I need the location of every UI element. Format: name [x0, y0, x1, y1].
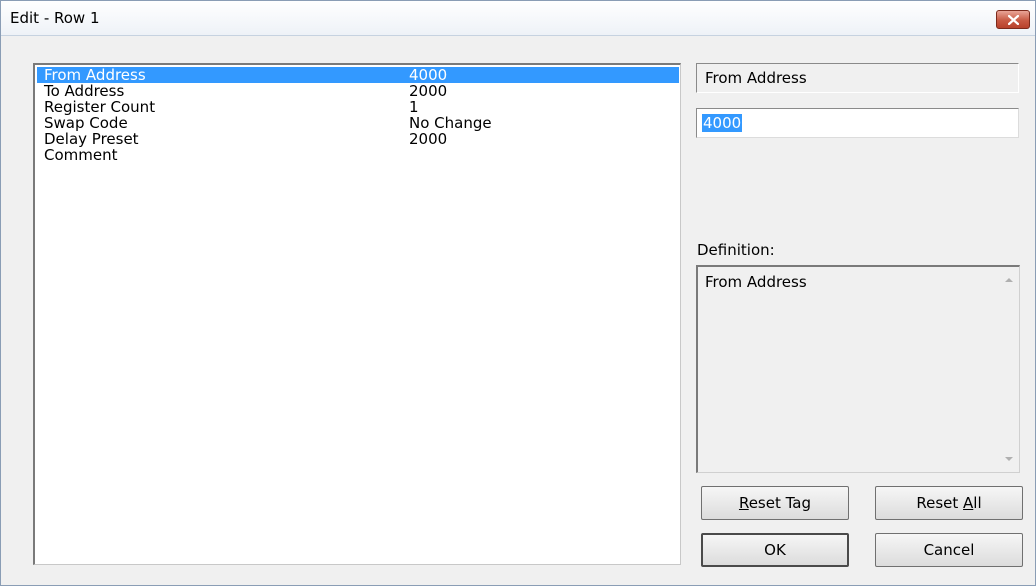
- field-value-input[interactable]: 4000: [696, 108, 1019, 138]
- reset-all-mnemonic: A: [963, 494, 974, 512]
- row-name: Comment: [44, 146, 118, 164]
- list-row[interactable]: From Address 4000: [37, 67, 679, 83]
- reset-all-button[interactable]: Reset All: [875, 486, 1023, 520]
- row-value: 4000: [409, 66, 448, 84]
- scroll-up-arrow-icon[interactable]: [1004, 277, 1014, 283]
- close-button[interactable]: [996, 10, 1030, 29]
- row-name: Delay Preset: [44, 130, 139, 148]
- reset-tag-label: eset Tag: [748, 494, 812, 512]
- field-value-text: 4000: [702, 114, 743, 132]
- scroll-down-arrow-icon[interactable]: [1004, 456, 1014, 462]
- title-bar[interactable]: Edit - Row 1: [1, 1, 1035, 36]
- parameter-list[interactable]: From Address 4000 To Address 2000 Regist…: [33, 63, 681, 565]
- row-name: To Address: [44, 82, 125, 100]
- close-icon: [1008, 15, 1019, 25]
- list-row[interactable]: Register Count 1: [37, 99, 679, 115]
- list-row[interactable]: Swap Code No Change: [37, 115, 679, 131]
- reset-all-label-rest: ll: [973, 494, 982, 512]
- definition-scrollbar[interactable]: [1000, 267, 1019, 472]
- list-row[interactable]: Delay Preset 2000: [37, 131, 679, 147]
- definition-text: From Address: [705, 273, 807, 291]
- row-value: 2000: [409, 130, 448, 148]
- definition-box[interactable]: From Address: [696, 265, 1020, 473]
- cancel-button[interactable]: Cancel: [875, 533, 1023, 567]
- edit-dialog: Edit - Row 1 From Address 4000 To Addres…: [0, 0, 1036, 586]
- reset-tag-mnemonic: R: [738, 494, 749, 512]
- field-name-display: From Address: [696, 63, 1019, 93]
- ok-button[interactable]: OK: [701, 533, 849, 567]
- row-value: 2000: [409, 82, 448, 100]
- row-value: 1: [409, 98, 419, 116]
- row-name: From Address: [44, 66, 146, 84]
- window-title: Edit - Row 1: [10, 9, 100, 27]
- list-row[interactable]: To Address 2000: [37, 83, 679, 99]
- row-name: Swap Code: [44, 114, 128, 132]
- reset-all-label-pre: Reset: [916, 494, 964, 512]
- row-name: Register Count: [44, 98, 156, 116]
- definition-label: Definition:: [697, 241, 775, 259]
- reset-tag-button[interactable]: Reset Tag: [701, 486, 849, 520]
- list-row[interactable]: Comment: [37, 147, 679, 163]
- row-value: No Change: [409, 114, 492, 132]
